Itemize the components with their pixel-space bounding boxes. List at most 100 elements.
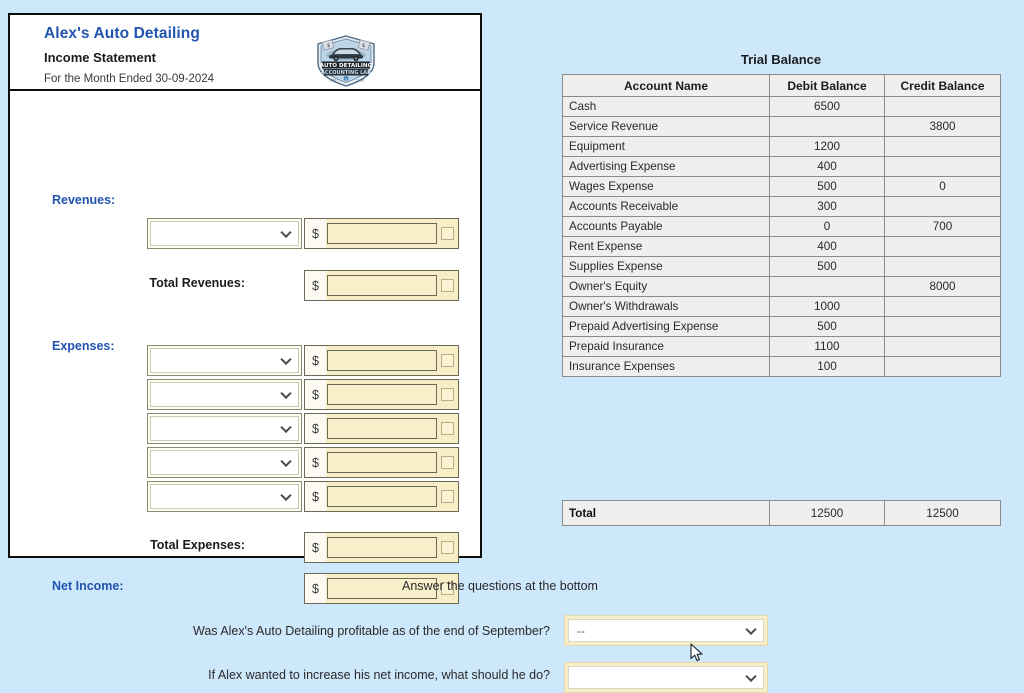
- total-label: Total: [563, 501, 770, 526]
- total-expenses-checkbox[interactable]: [441, 541, 454, 554]
- cell-credit: [885, 257, 1001, 277]
- table-row: Prepaid Insurance1100: [563, 337, 1001, 357]
- table-header-row: Account Name Debit Balance Credit Balanc…: [563, 75, 1001, 97]
- cell-account: Insurance Expenses: [563, 357, 770, 377]
- column-header-debit-balance: Debit Balance: [770, 75, 885, 97]
- column-header-account-name: Account Name: [563, 75, 770, 97]
- cell-debit: 400: [770, 237, 885, 257]
- income-statement-header: Alex's Auto Detailing Income Statement F…: [10, 15, 480, 91]
- cell-debit: 500: [770, 317, 885, 337]
- cell-account: Rent Expense: [563, 237, 770, 257]
- chevron-down-icon: [280, 226, 291, 237]
- expense-amount-checkbox-4[interactable]: [441, 490, 454, 503]
- svg-text:1.00: 1.00: [329, 79, 336, 83]
- total-revenues-field[interactable]: $: [304, 270, 459, 301]
- currency-symbol: $: [305, 414, 326, 443]
- question-text-0: Was Alex's Auto Detailing profitable as …: [120, 624, 550, 638]
- cell-account: Cash: [563, 97, 770, 117]
- cell-credit: [885, 137, 1001, 157]
- chevron-down-icon: [745, 623, 756, 634]
- expense-account-select-4[interactable]: [147, 481, 302, 512]
- svg-text:AUTO DETAILING: AUTO DETAILING: [320, 63, 373, 69]
- table-row: Prepaid Advertising Expense500: [563, 317, 1001, 337]
- trial-balance-table: Account Name Debit Balance Credit Balanc…: [562, 74, 1001, 377]
- cell-credit: [885, 197, 1001, 217]
- revenue-amount-checkbox-0[interactable]: [441, 227, 454, 240]
- expense-amount-checkbox-0[interactable]: [441, 354, 454, 367]
- expense-amount-checkbox-3[interactable]: [441, 456, 454, 469]
- expense-amount-field-2[interactable]: $: [304, 413, 459, 444]
- cell-debit: 1000: [770, 297, 885, 317]
- cell-credit: [885, 97, 1001, 117]
- expense-account-select-1[interactable]: [147, 379, 302, 410]
- cell-account: Advertising Expense: [563, 157, 770, 177]
- total-expenses-label: Total Expenses:: [30, 538, 245, 552]
- svg-text:ACCOUNTING LAB: ACCOUNTING LAB: [321, 70, 371, 76]
- currency-symbol: $: [305, 346, 326, 375]
- revenue-amount-input-0[interactable]: [327, 223, 437, 244]
- mouse-cursor: [690, 643, 704, 663]
- table-row: Rent Expense400: [563, 237, 1001, 257]
- expense-amount-field-1[interactable]: $: [304, 379, 459, 410]
- cell-debit: 300: [770, 197, 885, 217]
- cell-debit: 1100: [770, 337, 885, 357]
- total-credit: 12500: [885, 501, 1001, 526]
- table-total-row: Total 12500 12500: [563, 501, 1001, 526]
- cell-credit: 700: [885, 217, 1001, 237]
- cell-account: Equipment: [563, 137, 770, 157]
- chevron-down-icon: [280, 353, 291, 364]
- expense-amount-field-3[interactable]: $: [304, 447, 459, 478]
- expense-amount-checkbox-1[interactable]: [441, 388, 454, 401]
- cell-credit: 3800: [885, 117, 1001, 137]
- expense-amount-input-3[interactable]: [327, 452, 437, 473]
- expense-amount-field-0[interactable]: $: [304, 345, 459, 376]
- svg-text:$: $: [327, 43, 330, 49]
- statement-title: Income Statement: [44, 47, 480, 69]
- cell-debit: 1200: [770, 137, 885, 157]
- table-row: Insurance Expenses100: [563, 357, 1001, 377]
- cell-debit: 0: [770, 217, 885, 237]
- chevron-down-icon: [280, 455, 291, 466]
- revenue-account-select-inner-0[interactable]: [150, 221, 299, 246]
- revenue-amount-field-0[interactable]: $: [304, 218, 459, 249]
- expense-amount-input-1[interactable]: [327, 384, 437, 405]
- total-revenues-input[interactable]: [327, 275, 437, 296]
- income-statement-body: Revenues: $ Total Revenues: $ Expenses: …: [10, 91, 480, 99]
- expense-account-select-0[interactable]: [147, 345, 302, 376]
- table-row: Owner's Equity8000: [563, 277, 1001, 297]
- cell-account: Wages Expense: [563, 177, 770, 197]
- question-select-1[interactable]: [564, 662, 768, 693]
- expense-amount-input-4[interactable]: [327, 486, 437, 507]
- cell-credit: 0: [885, 177, 1001, 197]
- table-row: Equipment1200: [563, 137, 1001, 157]
- expense-amount-input-0[interactable]: [327, 350, 437, 371]
- table-row: Accounts Receivable300: [563, 197, 1001, 217]
- total-debit: 12500: [770, 501, 885, 526]
- expense-amount-input-2[interactable]: [327, 418, 437, 439]
- cell-debit: [770, 277, 885, 297]
- cell-credit: 8000: [885, 277, 1001, 297]
- expense-amount-checkbox-2[interactable]: [441, 422, 454, 435]
- svg-text:$: $: [362, 43, 365, 49]
- expenses-section-label: Expenses:: [52, 339, 115, 353]
- cell-credit: [885, 297, 1001, 317]
- total-expenses-input[interactable]: [327, 537, 437, 558]
- cell-account: Service Revenue: [563, 117, 770, 137]
- cell-account: Supplies Expense: [563, 257, 770, 277]
- revenue-account-select-0[interactable]: [147, 218, 302, 249]
- expense-amount-field-4[interactable]: $: [304, 481, 459, 512]
- total-expenses-field[interactable]: $: [304, 532, 459, 563]
- currency-symbol: $: [305, 482, 326, 511]
- total-revenues-checkbox[interactable]: [441, 279, 454, 292]
- currency-symbol: $: [305, 533, 326, 562]
- cell-credit: [885, 357, 1001, 377]
- expense-account-select-2[interactable]: [147, 413, 302, 444]
- chevron-down-icon: [280, 421, 291, 432]
- cell-account: Accounts Payable: [563, 217, 770, 237]
- table-row: Owner's Withdrawals1000: [563, 297, 1001, 317]
- cell-credit: [885, 237, 1001, 257]
- cell-debit: [770, 117, 885, 137]
- question-select-0[interactable]: --: [564, 615, 768, 646]
- expense-account-select-3[interactable]: [147, 447, 302, 478]
- cell-credit: [885, 317, 1001, 337]
